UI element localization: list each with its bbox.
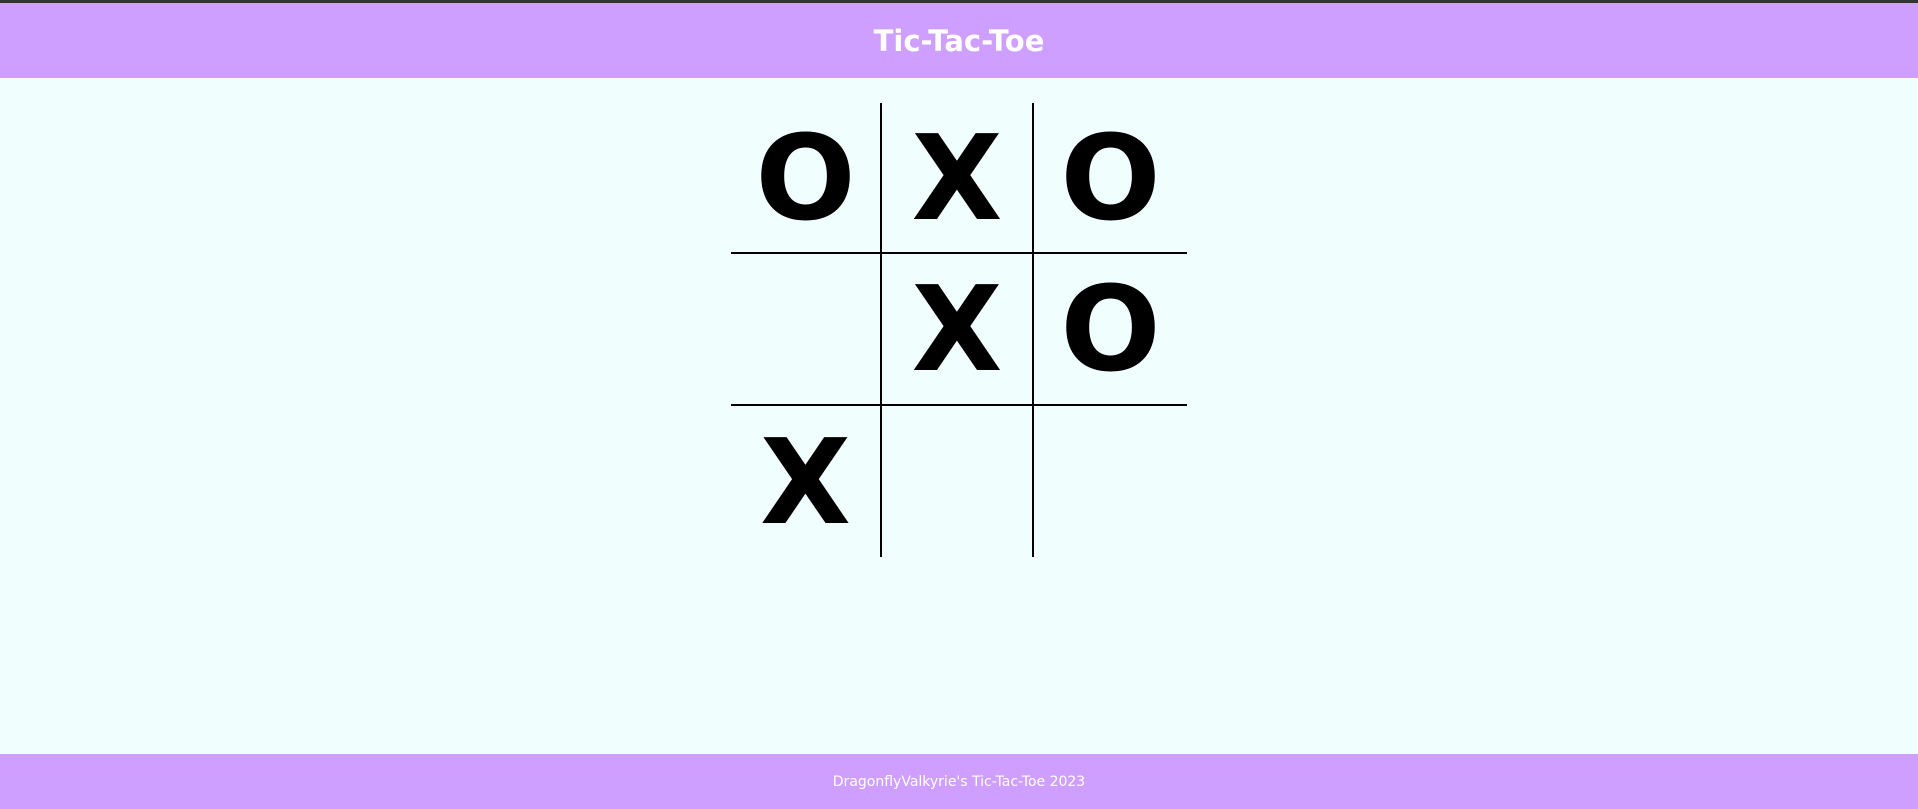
board-cell-2[interactable]: O <box>1034 103 1187 254</box>
board-cell-5[interactable]: O <box>1034 254 1187 406</box>
board-cell-0[interactable]: O <box>731 103 882 254</box>
game-board: O X O X O X <box>731 103 1187 557</box>
page-header: Tic-Tac-Toe <box>0 3 1918 78</box>
page-title: Tic-Tac-Toe <box>873 23 1045 58</box>
footer-text: DragonflyValkyrie's Tic-Tac-Toe 2023 <box>832 773 1086 790</box>
board-cell-7[interactable] <box>882 406 1034 557</box>
board-cell-1[interactable]: X <box>882 103 1034 254</box>
board-cell-6[interactable]: X <box>731 406 882 557</box>
board-cell-8[interactable] <box>1034 406 1187 557</box>
page-footer: DragonflyValkyrie's Tic-Tac-Toe 2023 <box>0 754 1918 809</box>
board-cell-4[interactable]: X <box>882 254 1034 406</box>
board-cell-3[interactable] <box>731 254 882 406</box>
